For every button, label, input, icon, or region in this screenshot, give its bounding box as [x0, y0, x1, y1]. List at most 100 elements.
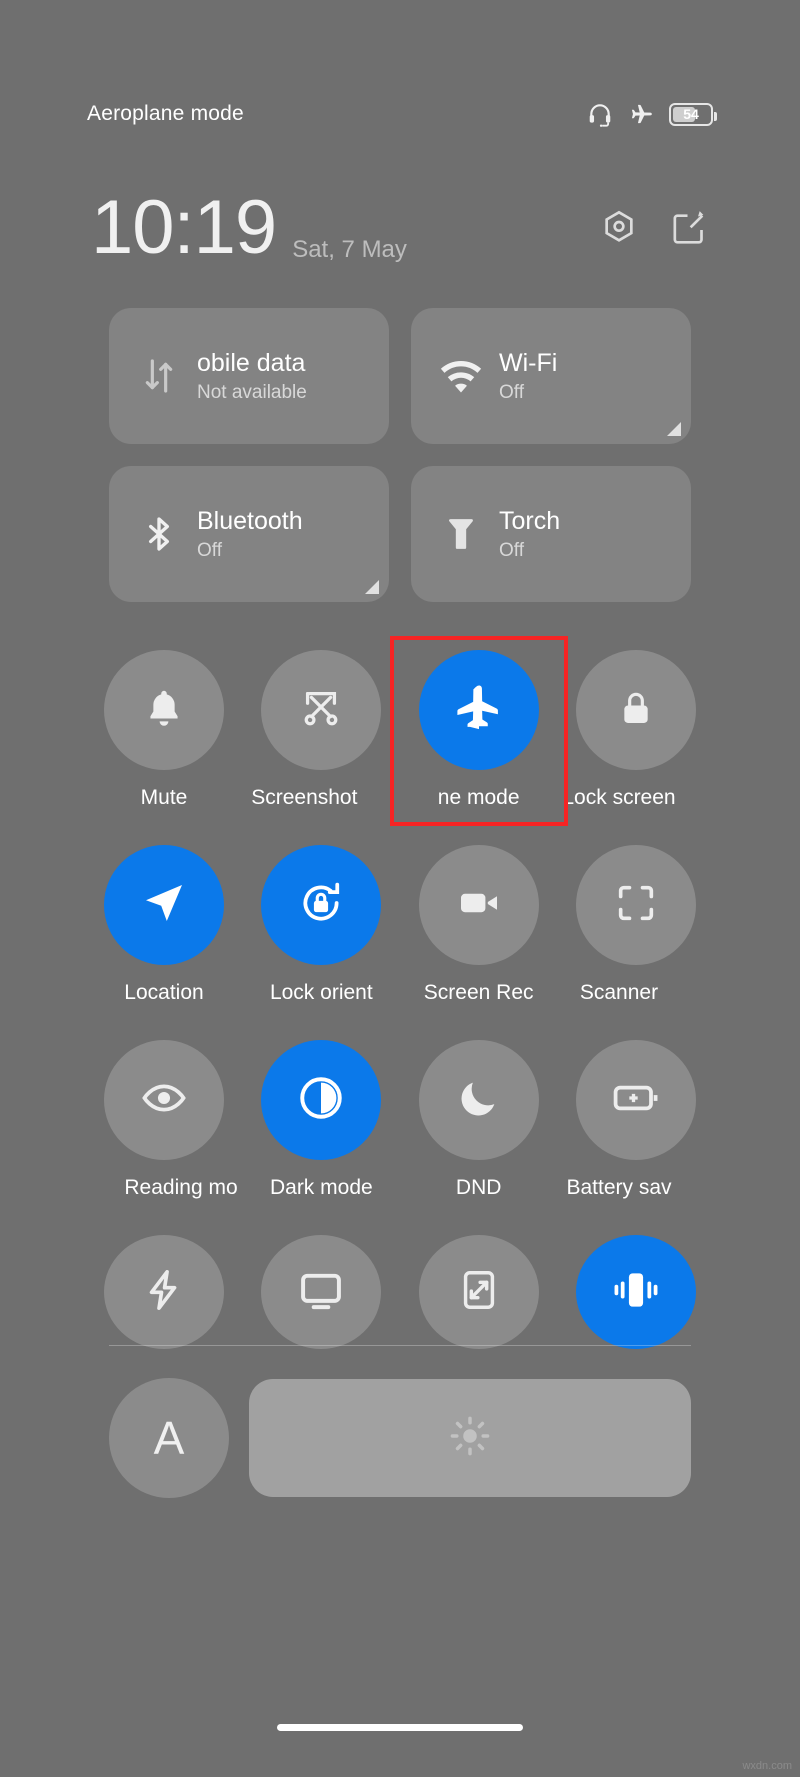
toggle-label: Mute [140, 786, 188, 809]
scissors-icon [298, 685, 344, 736]
home-indicator[interactable] [277, 1724, 523, 1731]
toggle-circle[interactable] [575, 650, 696, 770]
toggle-circle[interactable] [418, 1235, 539, 1349]
clock-actions [599, 208, 709, 248]
toggle-circle[interactable] [575, 1040, 696, 1160]
tile-bluetooth[interactable]: Bluetooth Off [109, 466, 389, 602]
toggle-circle[interactable] [104, 650, 224, 770]
big-tiles-section: obile data Not available Wi-Fi Off Bluet… [47, 308, 753, 624]
status-bar-title: Aeroplane mode [87, 102, 244, 125]
toggle-circle[interactable] [104, 1235, 224, 1349]
toggle-label: Screenshot [251, 786, 358, 809]
brightness-row: A [47, 1378, 753, 1498]
toggle-circle[interactable] [261, 1235, 382, 1349]
toggle-lock-orientation[interactable]: Lock orient [256, 845, 386, 1040]
cast-screen-icon [296, 1265, 346, 1320]
toggle-label: ne mode [437, 786, 520, 809]
toggle-label: Scanner [579, 981, 659, 1004]
toggle-dark-mode[interactable]: Dark mode [256, 1040, 386, 1235]
bell-icon [142, 686, 186, 735]
tile-status: Off [499, 381, 524, 403]
big-tile-row: obile data Not available Wi-Fi Off [109, 308, 691, 444]
toggle-circle[interactable] [575, 845, 696, 965]
quick-settings-panel: Aeroplane mode 54 10:19 Sat, 7 May obile… [47, 0, 753, 1777]
clock-date: Sat, 7 May [292, 236, 407, 263]
airplane-icon [627, 101, 655, 127]
contrast-icon [296, 1073, 346, 1128]
toggle-label: Lock screen [562, 786, 676, 809]
expand-corner-icon[interactable] [667, 422, 681, 436]
toggle-row: Mute Screenshot ne mode Lock screen [99, 636, 701, 845]
toggle-lock-screen[interactable]: Lock screen [562, 650, 701, 845]
clock-time[interactable]: 10:19 [91, 190, 277, 266]
lock-icon [616, 686, 656, 735]
toggle-row: Location Lock orient Screen Rec Scanner [99, 845, 701, 1040]
headset-icon [587, 101, 613, 127]
toggle-circle[interactable] [575, 1235, 696, 1349]
toggle-screenshot[interactable]: Screenshot [251, 650, 386, 845]
status-bar: Aeroplane mode 54 [47, 92, 753, 136]
toggle-label: Location [124, 981, 204, 1004]
toggle-mute[interactable]: Mute [99, 650, 229, 845]
toggle-battery-saver[interactable]: Battery sav [566, 1040, 701, 1235]
vibrate-icon [611, 1267, 661, 1318]
toggle-circle[interactable] [261, 845, 382, 965]
auto-brightness-label: A [153, 1412, 185, 1464]
tile-status: Not available [197, 381, 307, 403]
toggle-circle[interactable] [261, 1040, 382, 1160]
torch-icon [433, 511, 489, 557]
sun-icon [448, 1414, 492, 1463]
auto-brightness-button[interactable]: A [109, 1378, 229, 1498]
tile-label: Bluetooth [197, 506, 303, 535]
watermark: wxdn.com [742, 1760, 792, 1772]
tile-status: Off [499, 539, 524, 561]
toggle-location[interactable]: Location [99, 845, 229, 1040]
expand-corner-icon[interactable] [365, 580, 379, 594]
toggle-dnd[interactable]: DND [414, 1040, 544, 1235]
moon-icon [456, 1075, 502, 1126]
tile-label: Wi-Fi [499, 348, 558, 377]
toggle-circle[interactable] [418, 1040, 539, 1160]
tile-wifi[interactable]: Wi-Fi Off [411, 308, 691, 444]
tile-torch[interactable]: Torch Off [411, 466, 691, 602]
toggle-label: Reading mo [124, 1176, 238, 1199]
toggle-reading-mode[interactable]: Reading mo [99, 1040, 238, 1235]
toggle-circle[interactable] [418, 845, 539, 965]
toggle-grid: Mute Screenshot ne mode Lock screen Loca… [47, 636, 753, 1365]
big-tile-row: Bluetooth Off Torch Off [109, 466, 691, 602]
toggle-circle[interactable] [104, 1040, 224, 1160]
clock-row: 10:19 Sat, 7 May [47, 180, 753, 276]
toggle-screen-rec[interactable]: Screen Rec [414, 845, 544, 1040]
phone-screen: Aeroplane mode 54 10:19 Sat, 7 May obile… [0, 0, 800, 1777]
data-transfer-icon [131, 354, 187, 398]
battery-level-text: 54 [683, 106, 699, 122]
toggle-circle[interactable] [104, 845, 224, 965]
tile-label: obile data [197, 348, 306, 377]
battery-indicator: 54 [669, 102, 717, 126]
edit-tiles-icon[interactable] [669, 208, 709, 248]
toggle-label: Screen Rec [423, 981, 534, 1004]
tile-mobile-data[interactable]: obile data Not available [109, 308, 389, 444]
settings-hexagon-icon[interactable] [599, 208, 639, 248]
tile-status: Off [197, 539, 222, 561]
toggle-circle[interactable] [418, 650, 539, 770]
airplane-icon [452, 681, 506, 740]
status-bar-icons: 54 [587, 101, 717, 127]
toggle-aeroplane-mode[interactable]: ne mode [389, 636, 568, 845]
toggle-label: DND [455, 1176, 502, 1199]
brightness-slider[interactable] [249, 1379, 691, 1497]
toggle-circle[interactable] [261, 650, 382, 770]
battery-plus-icon [611, 1078, 661, 1123]
rotation-lock-icon [296, 878, 346, 933]
bluetooth-icon [131, 511, 187, 557]
resize-screen-icon [456, 1267, 502, 1318]
eye-icon [139, 1073, 189, 1128]
toggle-scanner[interactable]: Scanner [571, 845, 701, 1040]
toggle-label: Dark mode [269, 1176, 373, 1199]
video-camera-icon [455, 879, 503, 932]
lightning-icon [141, 1267, 187, 1318]
location-arrow-icon [140, 879, 188, 932]
toggle-label: Battery sav [566, 1176, 672, 1199]
wifi-icon [433, 356, 489, 396]
toggle-label: Lock orient [269, 981, 373, 1004]
